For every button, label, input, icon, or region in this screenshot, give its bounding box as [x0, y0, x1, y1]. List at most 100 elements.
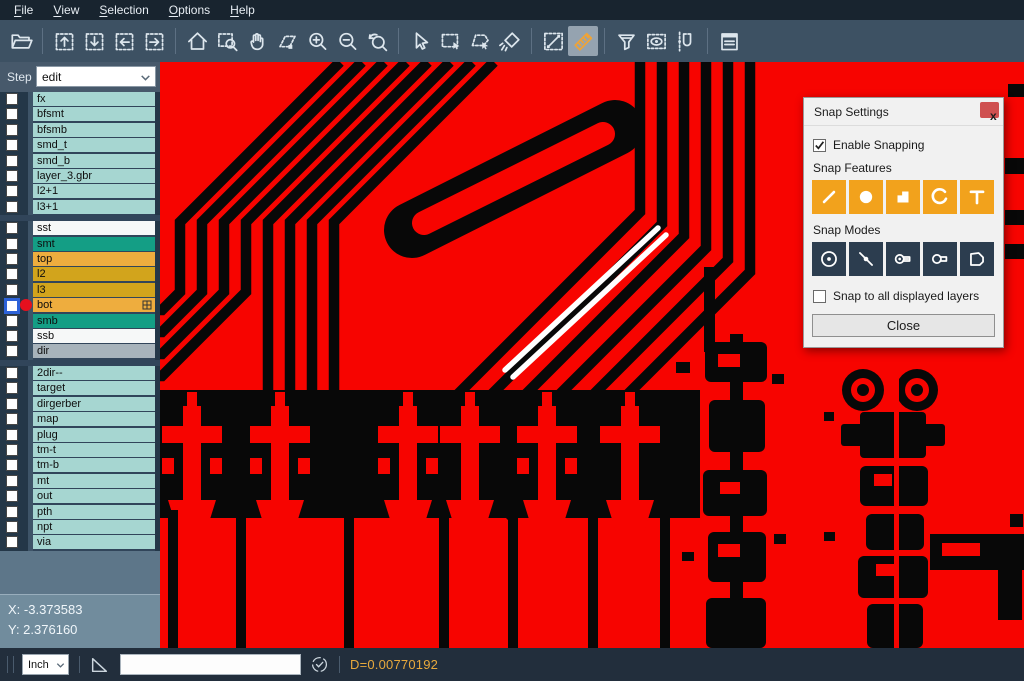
menu-selection[interactable]: Selection [89, 0, 158, 20]
layer-label-layer_3.gbr[interactable]: layer_3.gbr [33, 169, 155, 183]
layer-visibility-checkbox[interactable] [6, 382, 18, 394]
layer-visibility-checkbox[interactable] [6, 367, 18, 379]
layer-label-fx[interactable]: fx [33, 92, 155, 106]
layer-label-plug[interactable]: plug [33, 428, 155, 442]
measure-ruler-button[interactable] [568, 26, 598, 56]
show-hide-button[interactable] [641, 26, 671, 56]
home-view-button[interactable] [182, 26, 212, 56]
zoom-window-button[interactable] [212, 26, 242, 56]
layer-label-dirgerber[interactable]: dirgerber [33, 397, 155, 411]
layer-label-l2+1[interactable]: l2+1 [33, 184, 155, 198]
layer-label-pth[interactable]: pth [33, 505, 155, 519]
layer-visibility-checkbox[interactable] [6, 238, 18, 250]
layer-label-via[interactable]: via [33, 535, 155, 549]
layer-label-tm-b[interactable]: tm-b [33, 458, 155, 472]
menu-options[interactable]: Options [159, 0, 220, 20]
layer-visibility-checkbox[interactable] [6, 444, 18, 456]
layer-visibility-checkbox[interactable] [6, 170, 18, 182]
select-brush-button[interactable] [495, 26, 525, 56]
select-pointer-button[interactable] [405, 26, 435, 56]
apply-button[interactable] [310, 655, 329, 674]
snap-circle-button[interactable] [849, 180, 883, 214]
layer-visibility-checkbox[interactable] [6, 93, 18, 105]
snap-pad-outline-button[interactable] [923, 242, 957, 276]
layer-label-tm-t[interactable]: tm-t [33, 443, 155, 457]
shift-view-left-button[interactable] [109, 26, 139, 56]
snap-arc-button[interactable] [923, 180, 957, 214]
layer-visibility-checkbox[interactable] [6, 185, 18, 197]
layer-label-smt[interactable]: smt [33, 237, 155, 251]
select-polygon-button[interactable] [465, 26, 495, 56]
unit-select[interactable]: Inch [22, 654, 69, 675]
pan-hand-button[interactable] [242, 26, 272, 56]
layer-visibility-checkbox[interactable] [6, 459, 18, 471]
layer-label-top[interactable]: top [33, 252, 155, 266]
shift-view-down-button[interactable] [79, 26, 109, 56]
layer-label-mt[interactable]: mt [33, 474, 155, 488]
layer-label-smb[interactable]: smb [33, 314, 155, 328]
zoom-polygon-button[interactable] [272, 26, 302, 56]
layer-visibility-checkbox[interactable] [6, 490, 18, 502]
zoom-in-button[interactable] [302, 26, 332, 56]
snap-line-button[interactable] [812, 180, 846, 214]
layer-visibility-checkbox[interactable] [6, 536, 18, 548]
snap-button[interactable] [671, 26, 701, 56]
layer-label-bfsmt[interactable]: bfsmt [33, 107, 155, 121]
layer-visibility-checkbox[interactable] [6, 124, 18, 136]
all-layers-checkbox[interactable] [813, 290, 826, 303]
layer-visibility-checkbox[interactable] [6, 475, 18, 487]
layer-label-map[interactable]: map [33, 412, 155, 426]
corner-angle-button[interactable] [89, 654, 110, 675]
dialog-title-bar[interactable]: Snap Settings x [804, 98, 1003, 126]
layer-label-l2[interactable]: l2 [33, 267, 155, 281]
enable-snapping-row[interactable]: Enable Snapping [813, 138, 995, 152]
layer-label-bfsmb[interactable]: bfsmb [33, 123, 155, 137]
layer-label-target[interactable]: target [33, 381, 155, 395]
dialog-close-action-button[interactable]: Close [812, 314, 995, 337]
shift-view-right-button[interactable] [139, 26, 169, 56]
zoom-out-button[interactable] [332, 26, 362, 56]
enable-snapping-checkbox[interactable] [813, 139, 826, 152]
layer-label-l3[interactable]: l3 [33, 283, 155, 297]
layer-visibility-checkbox[interactable] [6, 398, 18, 410]
layer-label-2dir--[interactable]: 2dir-- [33, 366, 155, 380]
layer-visibility-checkbox[interactable] [6, 413, 18, 425]
dialog-close-button[interactable]: x [980, 102, 999, 118]
step-select[interactable]: edit [36, 66, 156, 87]
filter-button[interactable] [611, 26, 641, 56]
snap-contour-button[interactable] [960, 242, 994, 276]
layer-visibility-checkbox[interactable] [6, 315, 18, 327]
snap-pad-slot-button[interactable] [886, 242, 920, 276]
menu-view[interactable]: View [43, 0, 89, 20]
snap-pad-button[interactable] [886, 180, 920, 214]
open-file-button[interactable] [6, 26, 36, 56]
layer-label-smd_b[interactable]: smd_b [33, 154, 155, 168]
layer-visibility-checkbox[interactable] [6, 139, 18, 151]
measure-input[interactable] [120, 654, 301, 675]
layer-visibility-checkbox[interactable] [6, 330, 18, 342]
layer-label-out[interactable]: out [33, 489, 155, 503]
menu-help[interactable]: Help [220, 0, 265, 20]
snap-text-button[interactable] [960, 180, 994, 214]
layer-visibility-checkbox[interactable] [6, 201, 18, 213]
layer-visibility-checkbox[interactable] [6, 521, 18, 533]
layer-label-bot[interactable]: bot [33, 298, 155, 312]
select-rectangle-button[interactable] [435, 26, 465, 56]
layer-visibility-checkbox[interactable] [6, 268, 18, 280]
report-panel-button[interactable] [714, 26, 744, 56]
layer-visibility-checkbox[interactable] [6, 429, 18, 441]
layer-label-npt[interactable]: npt [33, 520, 155, 534]
layer-label-l3+1[interactable]: l3+1 [33, 200, 155, 214]
layer-visibility-checkbox[interactable] [6, 506, 18, 518]
snap-midpoint-button[interactable] [849, 242, 883, 276]
layer-visibility-checkbox[interactable] [6, 253, 18, 265]
layer-label-dir[interactable]: dir [33, 344, 155, 358]
zoom-previous-button[interactable] [362, 26, 392, 56]
menu-file[interactable]: File [4, 0, 43, 20]
measure-line-button[interactable] [538, 26, 568, 56]
snap-center-button[interactable] [812, 242, 846, 276]
shift-view-up-button[interactable] [49, 26, 79, 56]
layer-label-smd_t[interactable]: smd_t [33, 138, 155, 152]
all-layers-row[interactable]: Snap to all displayed layers [813, 289, 995, 303]
layer-visibility-checkbox[interactable] [6, 222, 18, 234]
